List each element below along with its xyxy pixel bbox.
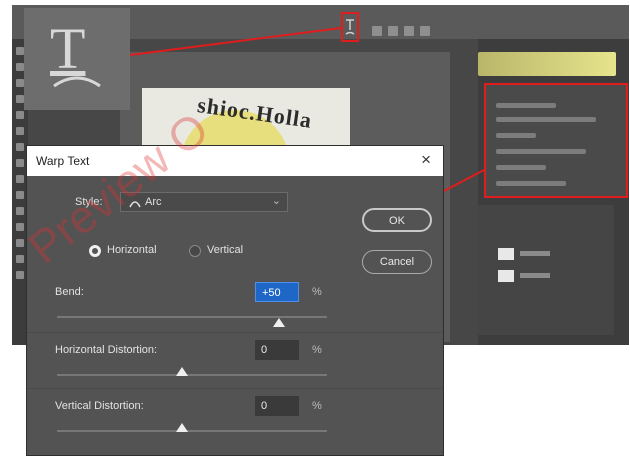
panel-line xyxy=(496,165,546,170)
document-canvas[interactable]: shioc.Holla xyxy=(142,88,350,148)
layer-thumbnail xyxy=(498,270,514,282)
vertical-distortion-input[interactable]: 0 xyxy=(255,396,299,416)
warp-text-dialog: Warp Text × Style: Arc ⌄ Horizontal Vert… xyxy=(26,145,444,456)
tool-icon[interactable] xyxy=(16,143,24,151)
tool-icon[interactable] xyxy=(16,127,24,135)
divider xyxy=(27,388,443,389)
layer-row[interactable] xyxy=(484,245,608,263)
tool-icon[interactable] xyxy=(16,175,24,183)
panel-line xyxy=(496,133,536,138)
tool-icon[interactable] xyxy=(16,255,24,263)
tool-icon[interactable] xyxy=(16,271,24,279)
layer-name xyxy=(520,251,550,256)
arc-icon xyxy=(129,201,141,208)
dialog-titlebar: Warp Text × xyxy=(27,146,443,176)
radio-horizontal[interactable] xyxy=(89,245,101,257)
bend-slider-track[interactable] xyxy=(57,316,327,318)
bend-input[interactable]: +50 xyxy=(255,282,299,302)
horizontal-distortion-thumb[interactable] xyxy=(176,367,188,376)
bend-unit: % xyxy=(312,286,322,298)
tool-icon[interactable] xyxy=(16,207,24,215)
vertical-distortion-track[interactable] xyxy=(57,430,327,432)
chevron-down-icon: ⌄ xyxy=(271,195,281,207)
vertical-distortion-thumb[interactable] xyxy=(176,423,188,432)
gradient-swatch[interactable] xyxy=(478,52,616,76)
toolbar-icon[interactable] xyxy=(420,26,430,36)
tool-icon[interactable] xyxy=(16,47,24,55)
vertical-distortion-unit: % xyxy=(312,400,322,412)
layers-panel xyxy=(478,205,614,335)
style-value: Arc xyxy=(145,196,162,208)
cancel-button[interactable]: Cancel xyxy=(362,250,432,274)
vertical-label: Vertical xyxy=(207,244,244,256)
bend-slider-thumb[interactable] xyxy=(273,318,285,327)
dialog-title: Warp Text xyxy=(36,154,90,168)
tool-icon[interactable] xyxy=(16,79,24,87)
warp-text-button-highlight[interactable] xyxy=(341,12,359,42)
warp-text-icon-zoom: T xyxy=(24,8,130,110)
tool-icon[interactable] xyxy=(16,111,24,119)
horizontal-distortion-input[interactable]: 0 xyxy=(255,340,299,360)
horizontal-distortion-label: Horizontal Distortion: xyxy=(55,344,158,356)
panel-line xyxy=(496,103,556,108)
tool-icon[interactable] xyxy=(16,223,24,231)
panel-line xyxy=(496,117,596,122)
bend-label: Bend: xyxy=(55,286,84,298)
warp-arc-icon xyxy=(53,76,101,88)
toolbar-icon[interactable] xyxy=(404,26,414,36)
toolbar-icon[interactable] xyxy=(372,26,382,36)
layer-row[interactable] xyxy=(484,267,608,285)
style-label: Style: xyxy=(75,196,103,208)
tool-icon[interactable] xyxy=(16,159,24,167)
tool-icon[interactable] xyxy=(16,63,24,71)
horizontal-distortion-track[interactable] xyxy=(57,374,327,376)
layer-thumbnail xyxy=(498,248,514,260)
radio-vertical[interactable] xyxy=(189,245,201,257)
toolbar-icon[interactable] xyxy=(388,26,398,36)
panel-line xyxy=(496,181,566,186)
horizontal-label: Horizontal xyxy=(107,244,157,256)
style-select[interactable]: Arc ⌄ xyxy=(120,192,288,212)
properties-panel-highlight xyxy=(484,83,628,198)
ok-button[interactable]: OK xyxy=(362,208,432,232)
close-icon[interactable]: × xyxy=(421,150,431,170)
horizontal-distortion-unit: % xyxy=(312,344,322,356)
tool-icon[interactable] xyxy=(16,191,24,199)
options-icons xyxy=(372,23,436,36)
tool-icon[interactable] xyxy=(16,239,24,247)
vertical-distortion-label: Vertical Distortion: xyxy=(55,400,144,412)
divider xyxy=(27,332,443,333)
layer-name xyxy=(520,273,550,278)
tool-icon[interactable] xyxy=(16,95,24,103)
panel-line xyxy=(496,149,586,154)
warp-text-icon xyxy=(345,19,355,35)
